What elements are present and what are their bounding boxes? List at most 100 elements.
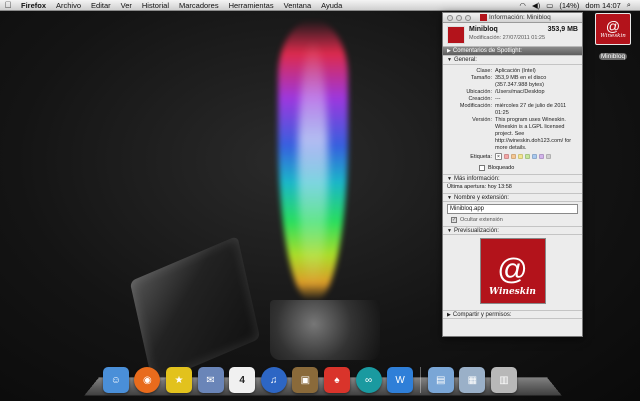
app-icon <box>447 26 465 44</box>
label-none-icon[interactable]: × <box>495 153 502 160</box>
dock-folder-icon[interactable]: ▤ <box>427 367 454 393</box>
info-window-titlebar[interactable]: Información: Minibloq <box>443 13 582 23</box>
wallpaper-lighter-body <box>270 300 380 360</box>
disclosure-down-icon[interactable]: ▼ <box>447 228 452 234</box>
close-icon[interactable] <box>447 14 453 21</box>
info-key: Tamaño: <box>470 75 492 81</box>
menu-ayuda[interactable]: Ayuda <box>316 1 347 10</box>
menu-ventana[interactable]: Ventana <box>279 1 317 10</box>
dock: ☺ ◉ ★ ✉ 4 ♫ ▣ ♠ ∞ W ▤ ▦ ▥ <box>100 359 520 393</box>
menu-app-name[interactable]: Firefox <box>16 1 51 10</box>
section-spotlight-comments[interactable]: ▶ Comentarios de Spotlight: <box>443 47 582 56</box>
wineskin-logo-icon: @ Wineskin <box>595 13 631 45</box>
spotlight-icon[interactable]: ⌕ <box>624 0 634 10</box>
zoom-icon[interactable] <box>465 14 471 21</box>
disclosure-down-icon[interactable]: ▼ <box>447 176 452 182</box>
wifi-icon[interactable]: ◠ <box>516 1 529 10</box>
last-opened: Última apertura: hoy 13:58 <box>447 184 512 190</box>
label-color-gray[interactable] <box>546 154 551 159</box>
file-name-field[interactable]: Minibloq.app <box>447 204 578 214</box>
battery-icon[interactable]: ▭ <box>543 1 556 10</box>
battery-percent[interactable]: (14%) <box>556 1 582 10</box>
section-name-extension-label: Nombre y extensión: <box>453 194 509 201</box>
dock-calendar-icon[interactable]: 4 <box>229 367 256 393</box>
info-key: Creación: <box>468 96 492 102</box>
section-general[interactable]: ▼ General: <box>443 56 582 65</box>
menu-archivo[interactable]: Archivo <box>51 1 86 10</box>
hide-extension-label: Ocultar extensión <box>460 217 503 223</box>
preview-area: @ Wineskin <box>443 235 582 310</box>
disclosure-down-icon[interactable]: ▼ <box>447 57 452 63</box>
info-value: --- <box>495 96 501 102</box>
section-more-info[interactable]: ▼ Más información: <box>443 174 582 183</box>
section-sharing[interactable]: ▶ Compartir y permisos: <box>443 310 582 319</box>
menu-historial[interactable]: Historial <box>137 1 174 10</box>
minimize-icon[interactable] <box>456 14 462 21</box>
apple-menu-icon[interactable]:  <box>0 0 16 10</box>
disclosure-right-icon[interactable]: ▶ <box>447 48 451 54</box>
menu-herramientas[interactable]: Herramientas <box>224 1 279 10</box>
label-color-green[interactable] <box>525 154 530 159</box>
section-preview-label: Previsualización: <box>453 227 499 234</box>
window-title: Información: Minibloq <box>489 14 551 21</box>
dock-mail-icon[interactable]: ✉ <box>197 367 224 393</box>
menu-ver[interactable]: Ver <box>116 1 137 10</box>
desktop-icon-label: Minibloq <box>598 53 628 60</box>
info-value: miércoles 27 de julio de 2011 01:25 <box>495 103 567 116</box>
general-info-list: Clase: Aplicación (Intel) Tamaño: 353,9 … <box>443 65 582 174</box>
menu-clock[interactable]: dom 14:07 <box>582 1 623 10</box>
menu-extras: ◠ ◀) ▭ (14%) dom 14:07 ⌕ <box>516 0 640 10</box>
info-row-tamano: Tamaño: 353,9 MB en el disco (357.347.98… <box>443 75 582 89</box>
dock-preview-icon[interactable]: ▦ <box>459 367 486 393</box>
info-value: /Users/mac/Desktop <box>495 89 545 95</box>
dock-arduino-icon[interactable]: ∞ <box>355 367 382 393</box>
info-value: 353,9 MB en el disco (357.347.988 bytes) <box>495 75 547 88</box>
wallpaper-flame-highlight <box>298 40 328 290</box>
dock-itunes-icon[interactable]: ♫ <box>260 367 287 393</box>
app-name: Minibloq <box>469 26 498 33</box>
label-color-yellow[interactable] <box>518 154 523 159</box>
hide-extension-checkbox[interactable]: ✓ <box>451 217 457 223</box>
disclosure-right-icon[interactable]: ▶ <box>447 312 451 318</box>
disclosure-down-icon[interactable]: ▼ <box>447 195 452 201</box>
dock-iphoto-icon[interactable]: ▣ <box>292 367 319 393</box>
volume-icon[interactable]: ◀) <box>529 1 543 10</box>
menu-marcadores[interactable]: Marcadores <box>174 1 224 10</box>
desktop-icon-minibloq[interactable]: @ Wineskin Minibloq <box>590 13 636 63</box>
section-general-label: General: <box>453 57 477 63</box>
dock-finder-icon[interactable]: ☺ <box>102 367 129 393</box>
label-color-orange[interactable] <box>511 154 516 159</box>
dock-separator <box>419 367 421 393</box>
label-color-purple[interactable] <box>539 154 544 159</box>
info-key: Modificación: <box>459 103 492 109</box>
dock-bridge-icon[interactable]: ★ <box>165 367 192 393</box>
dock-wineskin-w-icon[interactable]: W <box>387 367 414 393</box>
dock-trash-icon[interactable]: ▥ <box>490 367 517 393</box>
dock-flame-app-icon[interactable]: ♠ <box>323 367 350 393</box>
section-spotlight-label: Comentarios de Spotlight: <box>452 48 522 54</box>
desktop-icon-logo-text: Wineskin <box>600 33 626 39</box>
locked-checkbox[interactable] <box>479 165 485 171</box>
preview-image: @ Wineskin <box>479 238 546 304</box>
info-key: Versión: <box>472 117 492 123</box>
info-value: This program uses Wineskin. Wineskin is … <box>495 117 572 151</box>
info-header: Minibloq 353,9 MB Modificación: 27/07/20… <box>443 23 582 47</box>
menu-editar[interactable]: Editar <box>86 1 116 10</box>
section-name-extension[interactable]: ▼ Nombre y extensión: <box>443 193 582 202</box>
info-row-modificacion: Modificación: miércoles 27 de julio de 2… <box>443 103 582 117</box>
label-color-blue[interactable] <box>532 154 537 159</box>
info-row-version: Versión: This program uses Wineskin. Win… <box>443 117 582 152</box>
menu-bar:  Firefox Archivo Editar Ver Historial M… <box>0 0 640 11</box>
preview-logo-text: Wineskin <box>489 287 536 297</box>
spiral-icon: @ <box>605 18 621 34</box>
title-app-icon <box>480 14 487 21</box>
info-row-creacion: Creación: --- <box>443 96 582 103</box>
section-preview[interactable]: ▼ Previsualización: <box>443 226 582 235</box>
info-key: Clase: <box>476 68 492 74</box>
hide-extension-row: ✓ Ocultar extensión <box>443 216 582 226</box>
dock-firefox-icon[interactable]: ◉ <box>134 367 161 393</box>
info-row-ubicacion: Ubicación: /Users/mac/Desktop <box>443 89 582 96</box>
info-key: Ubicación: <box>466 89 492 95</box>
modified-date: Modificación: 27/07/2011 01:25 <box>469 35 546 41</box>
label-color-red[interactable] <box>504 154 509 159</box>
